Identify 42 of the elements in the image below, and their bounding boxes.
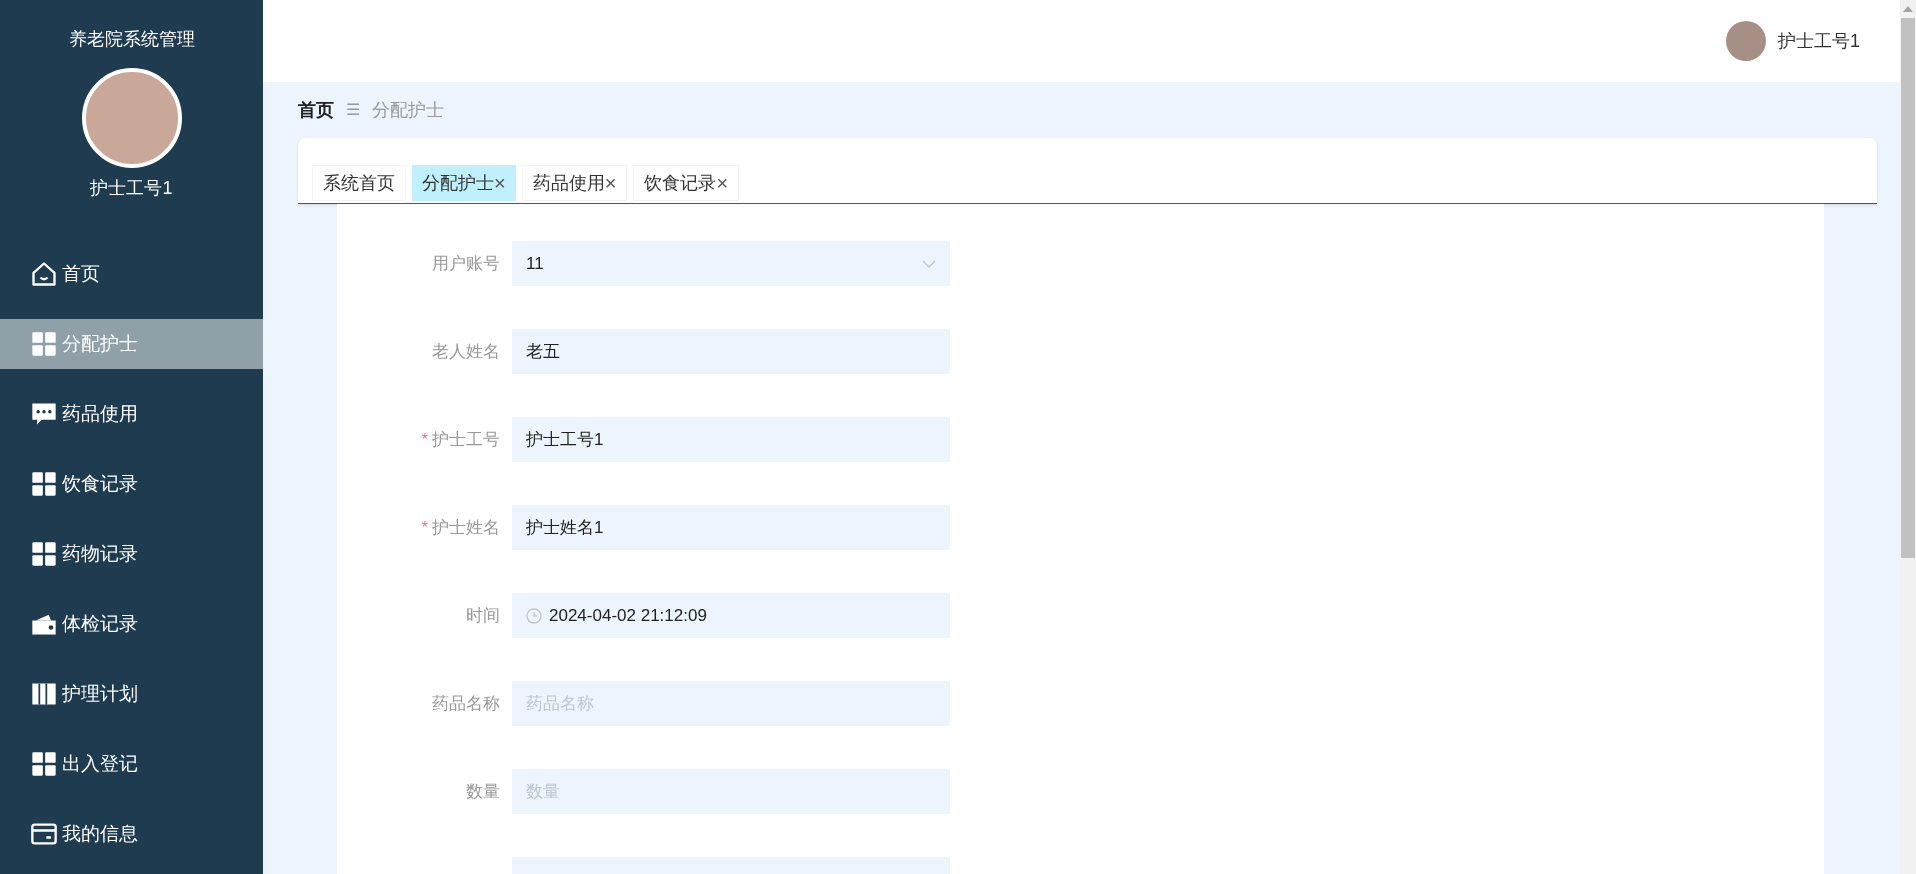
app-title: 养老院系统管理 [68, 28, 195, 51]
sidebar-item[interactable]: 饮食记录 [0, 459, 263, 509]
tab[interactable]: 系统首页 [312, 165, 406, 201]
field-label: 时间 [466, 604, 500, 627]
user-name: 护士工号1 [1778, 29, 1860, 53]
chevron-down-icon [922, 260, 936, 268]
home-icon [30, 260, 58, 288]
grid-icon [30, 470, 58, 498]
field-label: 护士工号 [432, 428, 500, 451]
required-mark: * [421, 517, 428, 538]
required-mark: * [421, 429, 428, 450]
field-label: 用户账号 [432, 252, 500, 275]
field-label: 老人姓名 [432, 340, 500, 363]
clock-icon [526, 608, 542, 624]
select-field[interactable]: 11 [512, 241, 950, 286]
avatar-image [1726, 21, 1766, 61]
grid-icon [30, 540, 58, 568]
field-label: 数量 [466, 780, 500, 803]
input-field[interactable]: 护士工号1 [512, 417, 950, 462]
user-name: 护士工号1 [90, 177, 173, 200]
breadcrumb-link[interactable]: 首页 [298, 96, 334, 124]
sidebar-item[interactable]: 护理计划 [0, 669, 263, 719]
sidebar-item[interactable]: 出入登记 [0, 739, 263, 789]
scroll-up-icon[interactable] [1903, 6, 1913, 12]
grid-icon [30, 750, 58, 778]
sidebar-item[interactable]: 体检记录 [0, 599, 263, 649]
input-field[interactable]: 护士姓名1 [512, 505, 950, 550]
breadcrumb-separator: ☰ [346, 100, 360, 120]
date-time-field[interactable]: 2024-04-02 21:12:09 [512, 593, 950, 638]
field-label: 护士姓名 [432, 516, 500, 539]
sidebar-item[interactable]: 药物记录 [0, 529, 263, 579]
sidebar-item[interactable]: 药品使用 [0, 389, 263, 439]
sidebar-item[interactable]: 我的信息 [0, 809, 263, 859]
tab[interactable]: 分配护士× [412, 165, 516, 201]
grid-icon [30, 330, 58, 358]
scrollbar-thumb[interactable] [1901, 18, 1915, 558]
input-field[interactable]: 老五 [512, 329, 950, 374]
tab[interactable]: 药品使用× [521, 165, 628, 201]
field-label: 药品名称 [432, 692, 500, 715]
breadcrumb-current: 分配护士 [372, 98, 444, 122]
sidebar-item[interactable]: 首页 [0, 249, 263, 299]
tab[interactable]: 饮食记录× [633, 165, 740, 201]
